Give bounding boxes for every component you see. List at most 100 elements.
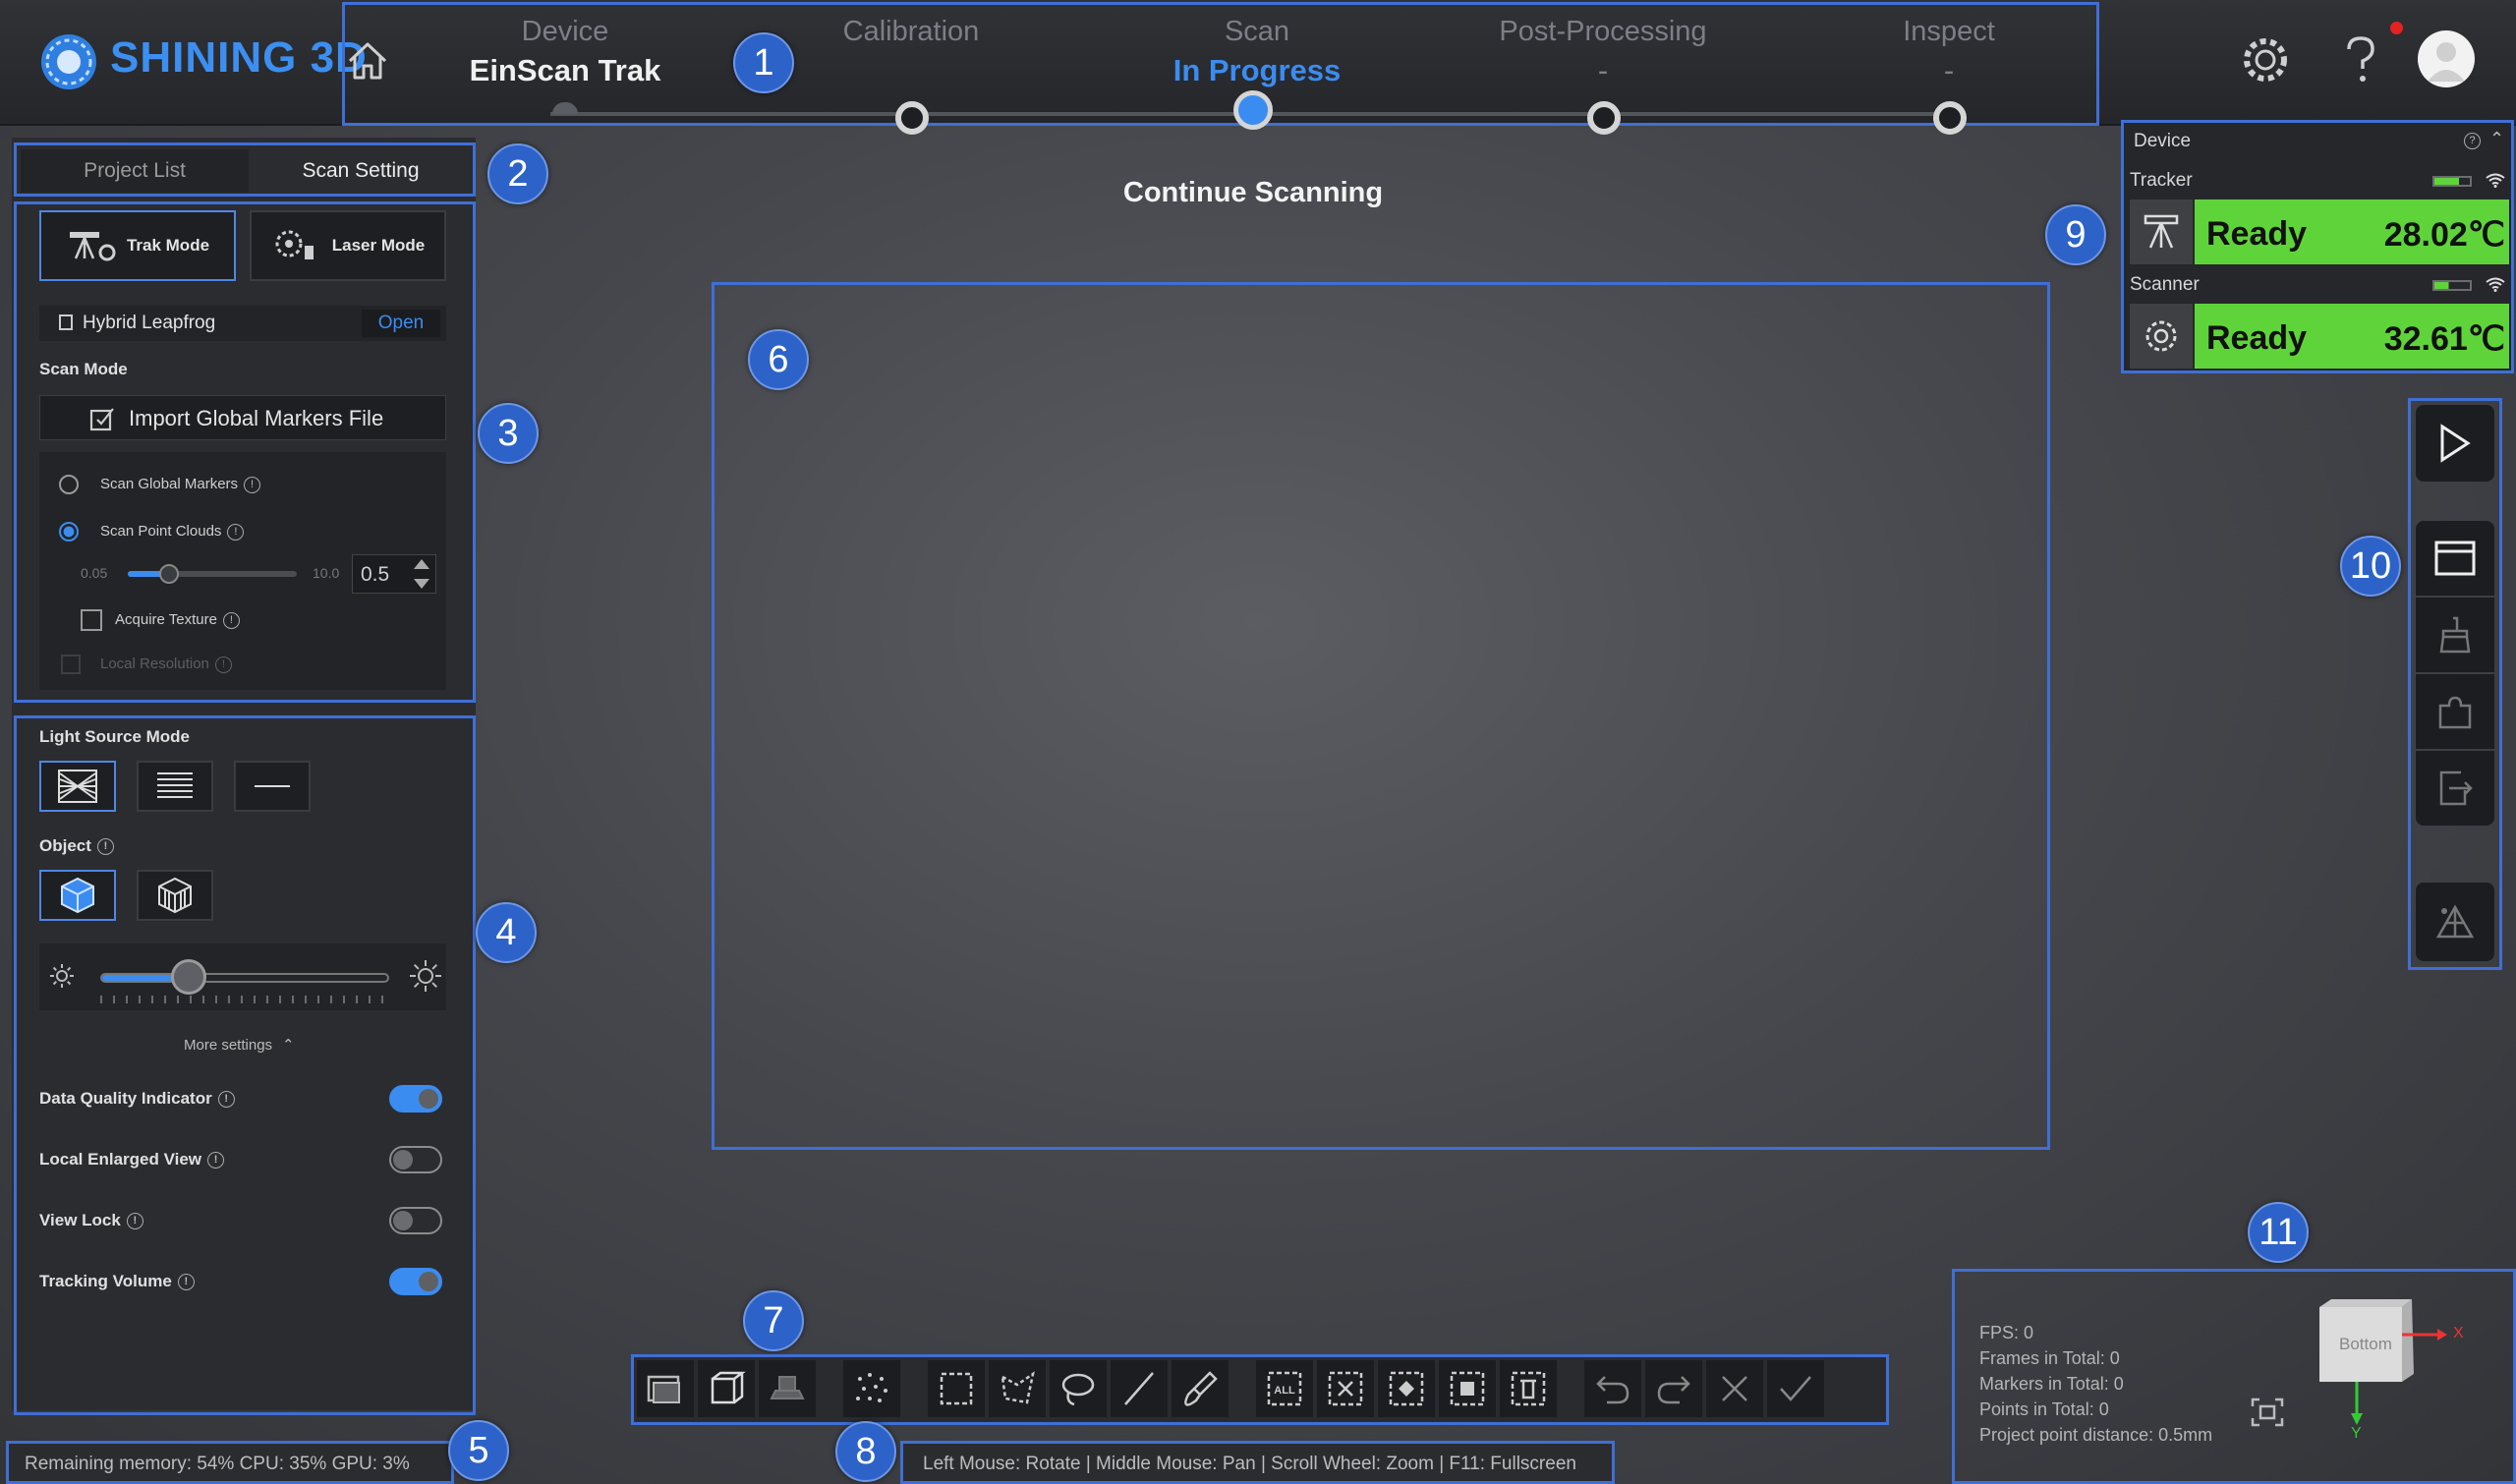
tracker-temperature: 28.02℃ (2383, 216, 2505, 254)
step-device[interactable]: Device EinScan Trak (408, 0, 722, 118)
lasso-select-button[interactable] (1050, 1360, 1107, 1417)
more-settings-link[interactable]: More settings ⌃ (184, 1036, 295, 1054)
user-avatar[interactable] (2418, 30, 2475, 87)
light-single-line-button[interactable] (234, 761, 311, 812)
scan-global-markers-radio[interactable] (59, 475, 79, 494)
info-icon[interactable]: ! (227, 523, 245, 541)
points-stat: Points in Total: 0 (1979, 1399, 2109, 1419)
fit-view-icon[interactable] (2251, 1398, 2284, 1427)
device-help-icon[interactable]: ? (2464, 133, 2481, 149)
rect-select-button[interactable] (928, 1360, 985, 1417)
info-icon[interactable]: ! (244, 476, 261, 493)
info-icon[interactable]: ! (217, 1091, 235, 1109)
scan-viewport[interactable] (712, 282, 2050, 1150)
light-parallel-lines-button[interactable] (137, 761, 213, 812)
play-icon (2440, 424, 2471, 463)
resolution-slider-handle[interactable] (159, 564, 179, 584)
battery-icon (2432, 176, 2472, 187)
confirm-button[interactable] (1767, 1360, 1824, 1417)
step-calibration[interactable]: Calibration (754, 0, 1068, 135)
tab-project-list[interactable]: Project List (21, 149, 249, 193)
step-subtitle: - (1943, 53, 1955, 87)
save-panel-button[interactable] (2416, 521, 2494, 596)
line-select-button[interactable] (1111, 1360, 1168, 1417)
scan-point-clouds-radio[interactable] (59, 522, 79, 542)
local-enlarged-view-toggle[interactable] (389, 1146, 442, 1173)
invert-select-button[interactable] (1378, 1360, 1435, 1417)
orientation-cube[interactable]: Bottom X Y (2300, 1287, 2496, 1445)
collapse-chevron-icon[interactable]: ⌃ (2489, 129, 2504, 149)
annotation-badge-11: 11 (2248, 1202, 2309, 1263)
stepper-down-icon[interactable] (414, 579, 429, 589)
settings-gear-icon[interactable] (2239, 33, 2292, 86)
step-inspect[interactable]: Inspect - (1792, 0, 2106, 135)
step-scan[interactable]: Scan In Progress (1100, 0, 1414, 130)
scanner-icon (2145, 320, 2177, 352)
help-icon[interactable] (2339, 33, 2382, 86)
object-solid-button[interactable] (39, 870, 116, 921)
document-icon (59, 314, 73, 330)
info-icon[interactable]: ! (96, 838, 114, 856)
device-heading: Device (2134, 131, 2192, 151)
step-subtitle: EinScan Trak (469, 53, 661, 87)
view-lock-label: View Lock! (39, 1211, 143, 1230)
step-post-processing[interactable]: Post-Processing - (1446, 0, 1760, 135)
view-mode-button[interactable] (637, 1360, 694, 1417)
resolution-input[interactable]: 0.5 (352, 554, 436, 594)
brightness-slider-handle[interactable] (171, 959, 206, 995)
info-icon[interactable]: ! (177, 1274, 195, 1291)
cancel-button[interactable] (1706, 1360, 1763, 1417)
mesh-button[interactable] (2416, 883, 2494, 961)
local-resolution-label: Local Resolution! (100, 656, 232, 673)
info-icon[interactable]: ! (207, 1152, 225, 1170)
polygon-select-button[interactable] (989, 1360, 1046, 1417)
clean-button[interactable] (2416, 598, 2494, 672)
brush-select-button[interactable] (1172, 1360, 1229, 1417)
info-icon[interactable]: ! (222, 611, 240, 629)
delete-selection-button[interactable] (1500, 1360, 1557, 1417)
deselect-button[interactable] (1317, 1360, 1374, 1417)
resolution-slider-track[interactable] (128, 564, 297, 584)
hybrid-open-button[interactable]: Open (362, 310, 440, 337)
lasso-icon (1061, 1373, 1095, 1406)
y-axis-label: Y (2351, 1425, 2362, 1442)
select-all-icon: ALL (1267, 1371, 1302, 1406)
acquire-texture-checkbox[interactable] (81, 609, 102, 631)
frames-stat: Frames in Total: 0 (1979, 1348, 2120, 1368)
toggle-knob (419, 1272, 438, 1291)
light-cross-lines-button[interactable] (39, 761, 116, 812)
notification-dot-icon (2390, 22, 2403, 34)
tracking-volume-toggle[interactable] (389, 1268, 442, 1295)
merge-button[interactable] (2416, 674, 2494, 749)
trak-mode-button[interactable]: Trak Mode (39, 210, 236, 281)
view-lock-toggle[interactable] (389, 1207, 442, 1234)
select-all-button[interactable]: ALL (1256, 1360, 1313, 1417)
mouse-hint-text: Left Mouse: Rotate | Middle Mouse: Pan |… (923, 1454, 1576, 1474)
data-quality-indicator-toggle[interactable] (389, 1085, 442, 1113)
scan-stats: FPS: 0 Frames in Total: 0 Markers in Tot… (1979, 1320, 2212, 1448)
scanner-label: Scanner (2130, 274, 2200, 295)
parallel-lines-icon (157, 772, 193, 798)
connected-select-button[interactable] (1439, 1360, 1496, 1417)
start-scan-button[interactable] (2416, 405, 2494, 482)
object-frame-button[interactable] (137, 870, 213, 921)
tab-scan-setting[interactable]: Scan Setting (249, 149, 473, 193)
point-cloud-button[interactable] (843, 1360, 900, 1417)
wireframe-button[interactable] (698, 1360, 755, 1417)
import-global-markers-button[interactable]: Import Global Markers File (39, 395, 446, 440)
export-button[interactable] (2416, 751, 2494, 826)
select-all-text: ALL (1274, 1385, 1295, 1397)
brightness-slider[interactable] (100, 959, 389, 995)
logo-text: SHINING 3D (110, 33, 368, 82)
redo-button[interactable] (1645, 1360, 1702, 1417)
stepper-up-icon[interactable] (414, 559, 429, 569)
info-icon[interactable]: ! (126, 1213, 143, 1230)
laser-mode-button[interactable]: Laser Mode (250, 210, 446, 281)
logo-icon (39, 32, 98, 91)
step-dot (1587, 101, 1621, 135)
battery-icon (2432, 280, 2472, 291)
undo-button[interactable] (1584, 1360, 1641, 1417)
resolution-max: 10.0 (313, 565, 340, 581)
import-icon (89, 406, 115, 431)
plane-button[interactable] (759, 1360, 816, 1417)
